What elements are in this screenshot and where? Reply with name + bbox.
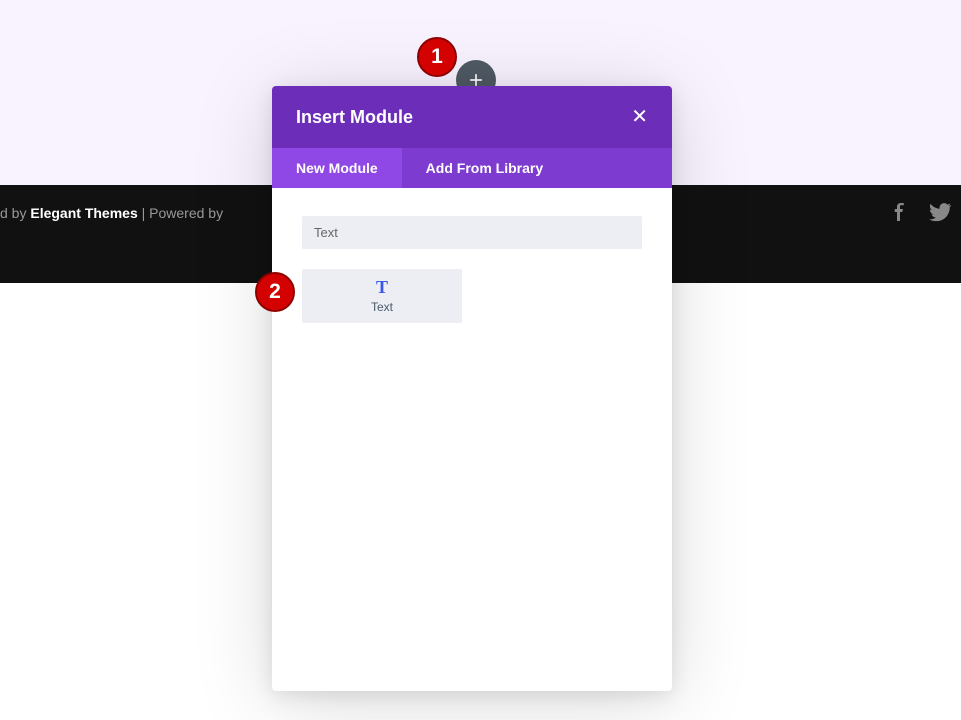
tab-add-from-library[interactable]: Add From Library	[402, 148, 567, 188]
modal-tabs: New Module Add From Library	[272, 148, 672, 188]
footer-mid: | Powered by	[138, 205, 223, 221]
insert-module-modal: Insert Module ✕ New Module Add From Libr…	[272, 86, 672, 691]
module-grid: T Text	[302, 269, 642, 323]
annotation-callout-1: 1	[417, 37, 457, 77]
modal-header: Insert Module ✕	[272, 86, 672, 148]
annotation-callout-2: 2	[255, 272, 295, 312]
footer-brand[interactable]: Elegant Themes	[30, 205, 137, 221]
tab-new-module[interactable]: New Module	[272, 148, 402, 188]
modal-title: Insert Module	[296, 107, 413, 128]
twitter-icon[interactable]	[929, 201, 951, 228]
module-text[interactable]: T Text	[302, 269, 462, 323]
footer-social-icons	[891, 201, 951, 228]
annotation-number-1: 1	[431, 45, 443, 69]
module-search-input[interactable]	[302, 216, 642, 249]
close-icon[interactable]: ✕	[631, 107, 648, 127]
annotation-number-2: 2	[269, 280, 281, 304]
footer-prefix: d by	[0, 205, 30, 221]
text-icon: T	[376, 278, 388, 296]
module-label: Text	[371, 300, 393, 314]
facebook-icon[interactable]	[891, 201, 909, 228]
modal-body: T Text	[272, 188, 672, 351]
